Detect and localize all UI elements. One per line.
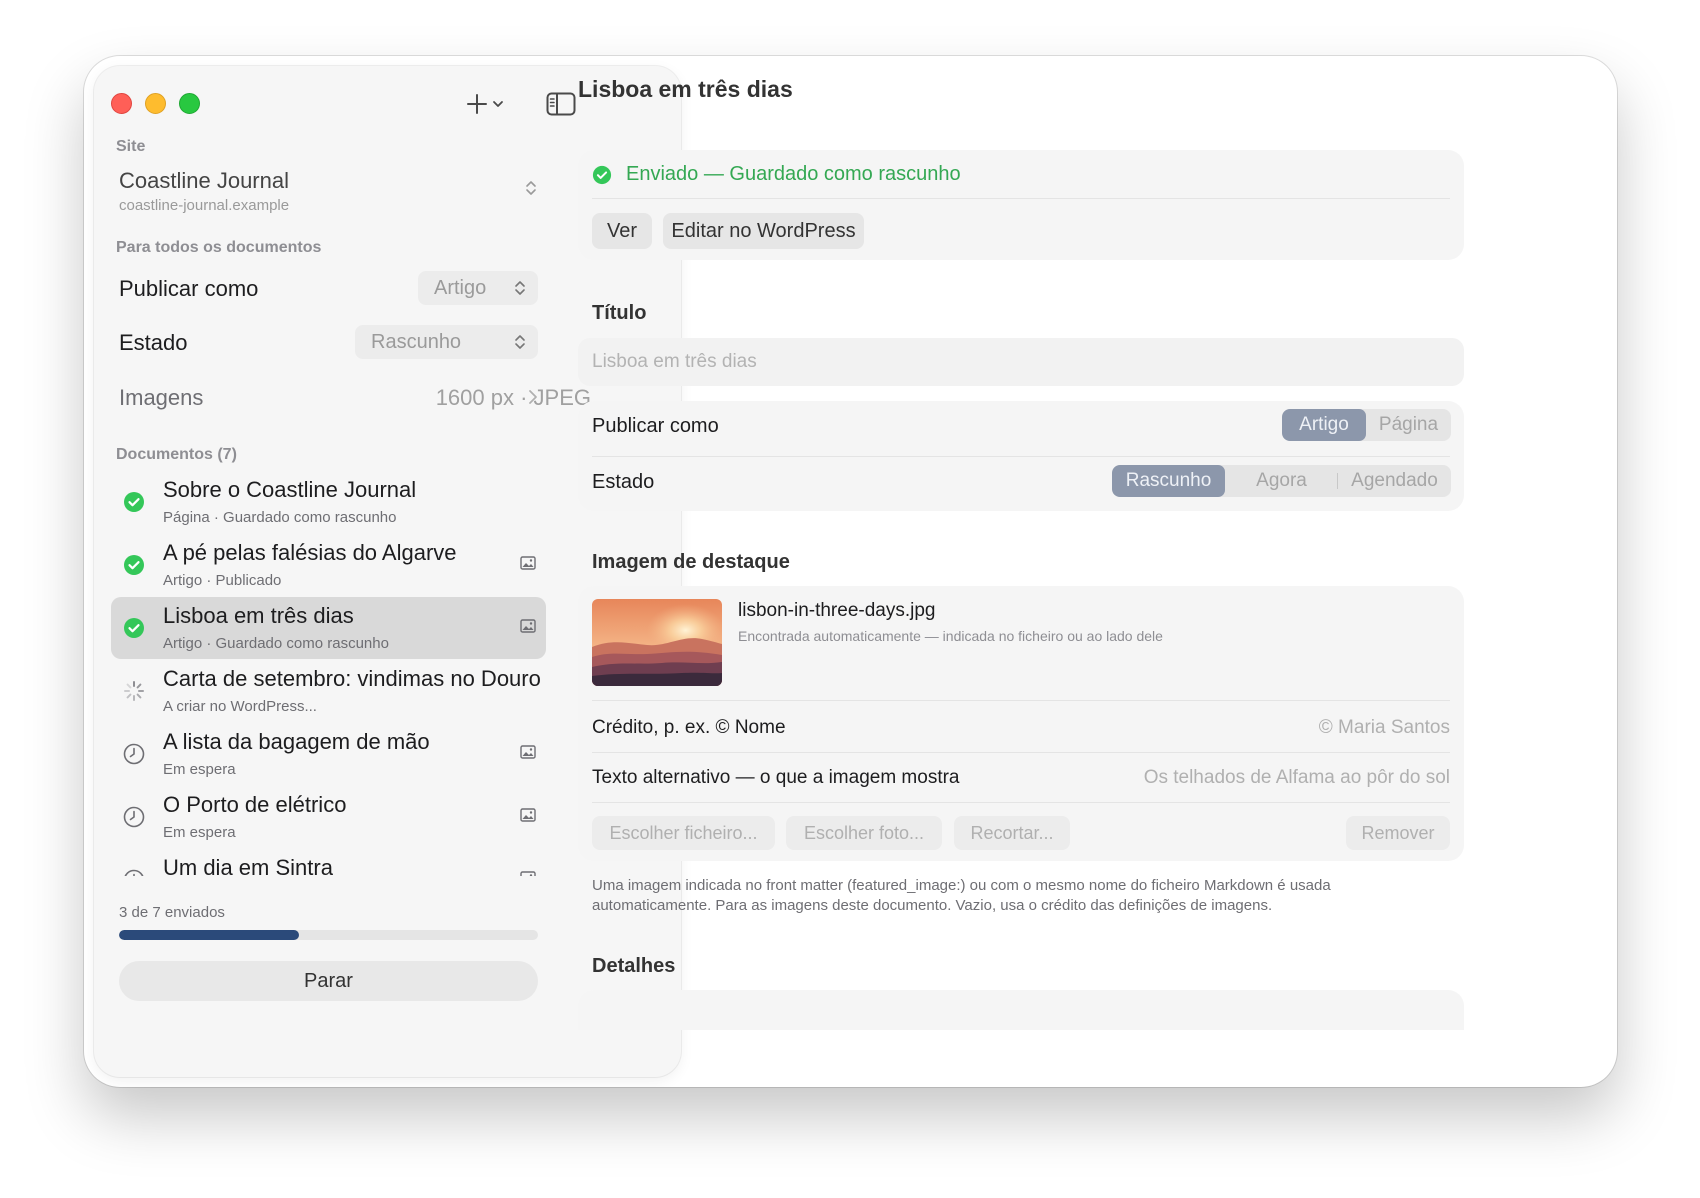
details-heading: Detalhes bbox=[592, 955, 676, 977]
document-item[interactable]: A lista da bagagem de mão Em espera bbox=[111, 723, 546, 785]
featured-file-note: Encontrada automaticamente — indicada no… bbox=[738, 628, 1163, 644]
title-input[interactable]: Lisboa em três dias bbox=[578, 338, 1464, 386]
document-subtitle: Artigo · Publicado bbox=[163, 572, 282, 589]
document-title: A lista da bagagem de mão bbox=[163, 729, 430, 754]
publish-as-segmented[interactable]: Artigo Página bbox=[1282, 409, 1451, 441]
images-label: Imagens bbox=[119, 385, 204, 410]
clock-icon bbox=[123, 743, 145, 765]
crop-button[interactable]: Recortar... bbox=[954, 816, 1070, 850]
segment-agora[interactable]: Agora bbox=[1225, 465, 1338, 497]
status-card: Enviado — Guardado como rascunho Ver Edi… bbox=[578, 150, 1464, 260]
check-circle-icon bbox=[124, 618, 144, 638]
document-subtitle: Página · Guardado como rascunho bbox=[163, 509, 397, 526]
status-message: Enviado — Guardado como rascunho bbox=[626, 163, 961, 185]
add-document-button[interactable] bbox=[466, 90, 514, 118]
publish-as-popup[interactable]: Artigo bbox=[418, 271, 538, 305]
document-item[interactable]: O Porto de elétrico Em espera bbox=[111, 786, 546, 848]
document-subtitle: Em espera bbox=[163, 761, 236, 778]
segment-rascunho[interactable]: Rascunho bbox=[1112, 465, 1225, 497]
progress-text: 3 de 7 enviados bbox=[119, 904, 225, 921]
progress-bar bbox=[119, 930, 538, 940]
app-window: Site Coastline Journal coastline-journal… bbox=[84, 56, 1617, 1087]
check-circle-icon bbox=[124, 492, 144, 512]
stop-button[interactable]: Parar bbox=[119, 961, 538, 1001]
document-title: O Porto de elétrico bbox=[163, 792, 347, 817]
document-title: Sobre o Coastline Journal bbox=[163, 477, 417, 502]
status-segmented[interactable]: Rascunho Agora Agendado bbox=[1112, 465, 1451, 497]
site-picker-chevron-icon[interactable] bbox=[525, 179, 537, 197]
site-name[interactable]: Coastline Journal bbox=[119, 168, 289, 194]
updown-chevron-icon bbox=[515, 335, 525, 349]
document-subtitle: Em espera bbox=[163, 824, 236, 841]
document-subtitle: Artigo · Guardado como rascunho bbox=[163, 635, 389, 652]
document-item[interactable]: Sobre o Coastline Journal Página · Guard… bbox=[111, 471, 546, 533]
minimize-window-button[interactable] bbox=[145, 93, 166, 114]
choose-file-button[interactable]: Escolher ficheiro... bbox=[592, 816, 775, 850]
choose-photo-button[interactable]: Escolher foto... bbox=[786, 816, 942, 850]
status-value: Rascunho bbox=[371, 330, 462, 353]
featured-image-heading: Imagem de destaque bbox=[592, 551, 790, 573]
divider bbox=[592, 198, 1450, 199]
sidebar-toggle-icon[interactable] bbox=[546, 92, 576, 116]
document-title: Carta de setembro: vindimas no Douro bbox=[163, 666, 541, 691]
document-title: Lisboa em três dias bbox=[163, 603, 354, 628]
images-value[interactable]: 1600 px · JPEG bbox=[436, 385, 591, 411]
check-circle-icon bbox=[592, 165, 612, 184]
title-section-heading: Título bbox=[592, 302, 647, 324]
site-section-label: Site bbox=[116, 138, 146, 155]
chevron-right-icon[interactable] bbox=[528, 389, 538, 405]
featured-image-thumbnail[interactable] bbox=[592, 599, 722, 686]
spinner-icon bbox=[124, 681, 144, 701]
segment-artigo[interactable]: Artigo bbox=[1282, 409, 1366, 441]
divider bbox=[592, 456, 1450, 457]
status-line: Enviado — Guardado como rascunho bbox=[592, 163, 961, 186]
status-popup[interactable]: Rascunho bbox=[355, 325, 538, 359]
edit-in-wordpress-button[interactable]: Editar no WordPress bbox=[663, 213, 864, 249]
plus-icon bbox=[467, 94, 487, 114]
document-item[interactable]: A pé pelas falésias do Algarve Artigo · … bbox=[111, 534, 546, 596]
image-icon bbox=[520, 808, 536, 822]
divider bbox=[592, 802, 1450, 803]
document-title: A pé pelas falésias do Algarve bbox=[163, 540, 457, 565]
progress-bar-fill bbox=[119, 930, 300, 940]
chevron-down-icon bbox=[493, 101, 503, 107]
publish-as-value: Artigo bbox=[434, 276, 487, 299]
view-button[interactable]: Ver bbox=[592, 213, 652, 249]
page-title: Lisboa em três dias bbox=[578, 76, 793, 102]
segment-pagina[interactable]: Página bbox=[1366, 409, 1451, 441]
publish-options-card: Publicar como Artigo Página Estado Rascu… bbox=[578, 401, 1464, 511]
divider bbox=[592, 752, 1450, 753]
document-item[interactable]: Carta de setembro: vindimas no Douro A c… bbox=[111, 660, 546, 722]
remove-button[interactable]: Remover bbox=[1346, 816, 1450, 850]
credit-field[interactable]: © Maria Santos bbox=[1319, 717, 1450, 739]
clock-icon bbox=[123, 806, 145, 828]
featured-file-name: lisbon-in-three-days.jpg bbox=[738, 600, 936, 621]
publish-as-label: Publicar como bbox=[119, 276, 259, 301]
status-field-label: Estado bbox=[592, 471, 655, 493]
segment-agendado[interactable]: Agendado bbox=[1338, 465, 1451, 497]
image-icon bbox=[520, 619, 536, 633]
details-card bbox=[578, 990, 1464, 1030]
publish-as-field-label: Publicar como bbox=[592, 415, 719, 437]
check-circle-icon bbox=[124, 555, 144, 575]
alt-text-label: Texto alternativo — o que a imagem mostr… bbox=[592, 767, 960, 788]
all-documents-label: Para todos os documentos bbox=[116, 239, 322, 256]
image-icon bbox=[520, 745, 536, 759]
document-subtitle: A criar no WordPress... bbox=[163, 698, 317, 715]
featured-help-text: Uma imagem indicada no front matter (fea… bbox=[592, 877, 1331, 914]
site-url: coastline-journal.example bbox=[119, 197, 290, 214]
updown-chevron-icon bbox=[515, 281, 525, 295]
divider bbox=[592, 700, 1450, 701]
credit-label: Crédito, p. ex. © Nome bbox=[592, 717, 786, 738]
zoom-window-button[interactable] bbox=[179, 93, 200, 114]
alt-text-field[interactable]: Os telhados de Alfama ao pôr do sol bbox=[1144, 767, 1450, 789]
documents-label: Documentos (7) bbox=[116, 446, 237, 463]
image-icon bbox=[520, 556, 536, 570]
sunset-landscape-image bbox=[592, 599, 722, 686]
status-label: Estado bbox=[119, 330, 188, 355]
document-item-selected[interactable]: Lisboa em três dias Artigo · Guardado co… bbox=[111, 597, 546, 659]
close-window-button[interactable] bbox=[111, 93, 132, 114]
segment-agora-label: Agora bbox=[1256, 470, 1307, 491]
featured-image-card: lisbon-in-three-days.jpg Encontrada auto… bbox=[578, 586, 1464, 861]
